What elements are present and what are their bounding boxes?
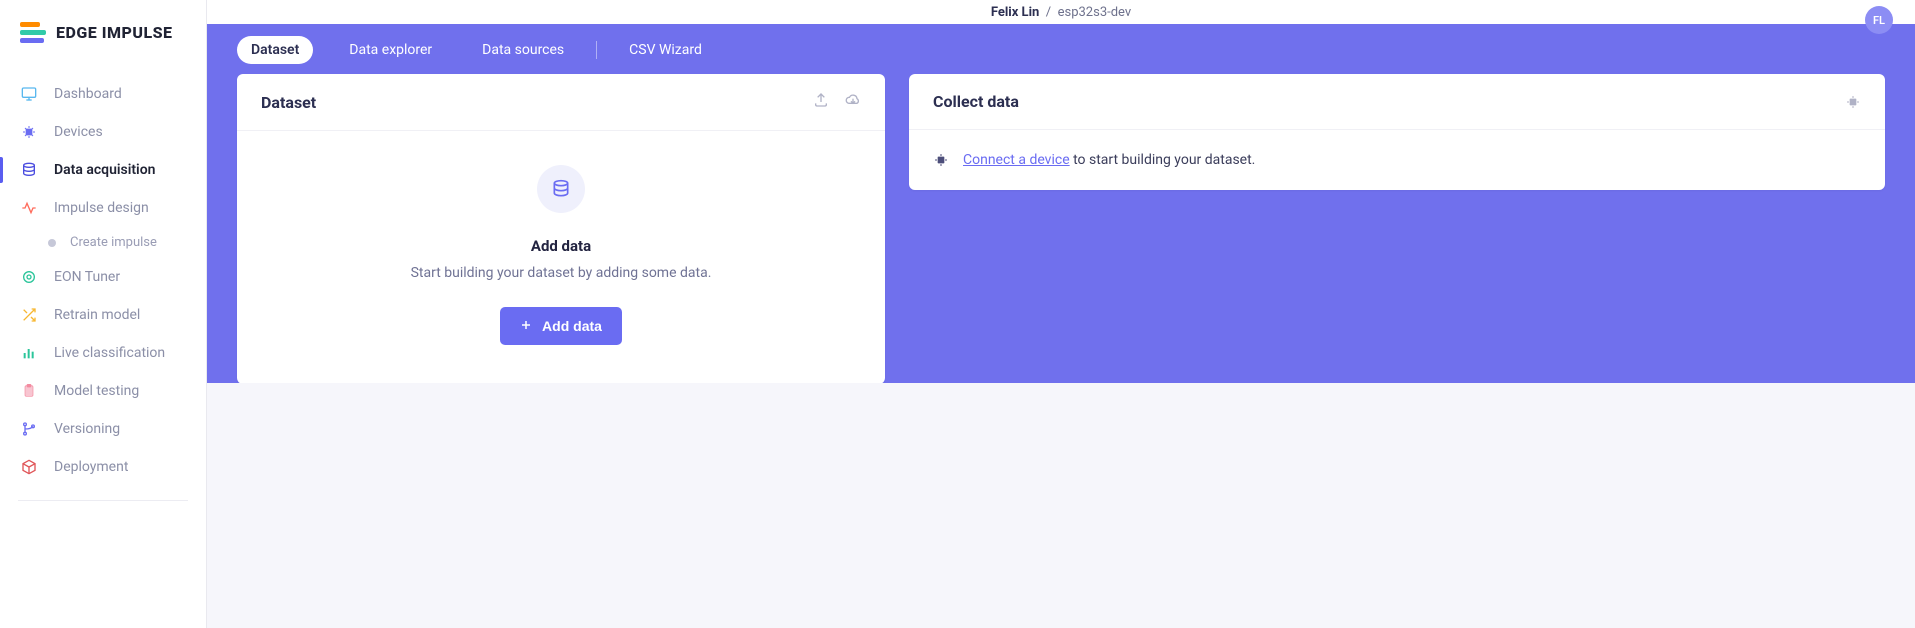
tab-csv-wizard[interactable]: CSV Wizard <box>615 36 716 64</box>
sidebar-item-label: Model testing <box>54 383 139 399</box>
empty-subtitle: Start building your dataset by adding so… <box>411 265 712 281</box>
sidebar-item-versioning[interactable]: Versioning <box>0 410 206 448</box>
collect-card-header: Collect data <box>909 74 1885 130</box>
collect-rest-text: to start building your dataset. <box>1070 152 1256 168</box>
sidebar-item-devices[interactable]: Devices <box>0 113 206 151</box>
branch-icon <box>20 420 38 438</box>
tab-label: Dataset <box>251 42 299 58</box>
logo-mark-icon <box>20 22 46 43</box>
sidebar-item-live-classification[interactable]: Live classification <box>0 334 206 372</box>
dataset-empty-state: Add data Start building your dataset by … <box>237 131 885 369</box>
dataset-card: Dataset <box>237 74 885 384</box>
collect-data-card: Collect data Connect a device to star <box>909 74 1885 190</box>
sidebar: EDGE IMPULSE Dashboard Devices Data <box>0 0 207 628</box>
breadcrumb-project[interactable]: esp32s3-dev <box>1058 5 1132 20</box>
sidebar-subitem-create-impulse[interactable]: Create impulse <box>0 227 206 258</box>
sidebar-item-label: Deployment <box>54 459 128 475</box>
avatar-initials: FL <box>1873 14 1885 27</box>
database-icon <box>20 161 38 179</box>
database-icon <box>537 165 585 213</box>
box-icon <box>20 458 38 476</box>
sidebar-item-label: Retrain model <box>54 307 140 323</box>
logo[interactable]: EDGE IMPULSE <box>0 0 206 65</box>
upload-icon[interactable] <box>813 92 829 112</box>
sidebar-item-label: Devices <box>54 124 103 140</box>
sidebar-item-label: Versioning <box>54 421 120 437</box>
sidebar-item-dashboard[interactable]: Dashboard <box>0 75 206 113</box>
breadcrumb: Felix Lin / esp32s3-dev <box>991 5 1131 20</box>
dataset-card-title: Dataset <box>261 93 316 112</box>
tab-label: CSV Wizard <box>629 42 702 58</box>
sidebar-item-impulse-design[interactable]: Impulse design <box>0 189 206 227</box>
tab-label: Data sources <box>482 42 564 58</box>
monitor-icon <box>20 85 38 103</box>
connect-device-link[interactable]: Connect a device <box>963 152 1070 168</box>
tab-label: Data explorer <box>349 42 432 58</box>
shuffle-icon <box>20 306 38 324</box>
sidebar-item-label: Dashboard <box>54 86 122 102</box>
sidebar-item-deployment[interactable]: Deployment <box>0 448 206 486</box>
pulse-icon <box>20 199 38 217</box>
sidebar-item-label: Impulse design <box>54 200 149 216</box>
target-icon <box>20 268 38 286</box>
tab-divider <box>596 41 597 59</box>
sidebar-item-label: Live classification <box>54 345 165 361</box>
add-data-button-label: Add data <box>542 318 602 334</box>
collect-card-body: Connect a device to start building your … <box>909 130 1885 190</box>
collect-card-title: Collect data <box>933 92 1019 111</box>
chip-icon <box>20 123 38 141</box>
content-background <box>207 383 1915 628</box>
clipboard-icon <box>20 382 38 400</box>
dataset-card-header: Dataset <box>237 74 885 131</box>
sidebar-divider <box>18 500 188 501</box>
empty-title: Add data <box>531 237 591 255</box>
tab-data-sources[interactable]: Data sources <box>468 36 578 64</box>
tab-dataset[interactable]: Dataset <box>237 36 313 64</box>
sidebar-item-label: EON Tuner <box>54 269 120 285</box>
chip-icon <box>933 152 949 168</box>
collect-message: Connect a device to start building your … <box>963 152 1255 168</box>
bar-chart-icon <box>20 344 38 362</box>
add-data-button[interactable]: Add data <box>500 307 622 345</box>
logo-text: EDGE IMPULSE <box>56 23 173 42</box>
tab-strip: Dataset Data explorer Data sources CSV W… <box>207 24 1915 74</box>
sidebar-item-eon-tuner[interactable]: EON Tuner <box>0 258 206 296</box>
avatar[interactable]: FL <box>1865 6 1893 34</box>
sidebar-item-retrain-model[interactable]: Retrain model <box>0 296 206 334</box>
sidebar-item-data-acquisition[interactable]: Data acquisition <box>0 151 206 189</box>
main: Felix Lin / esp32s3-dev FL Dataset Data … <box>207 0 1915 628</box>
tab-data-explorer[interactable]: Data explorer <box>335 36 446 64</box>
breadcrumb-user: Felix Lin <box>991 5 1040 20</box>
sidebar-item-label: Data acquisition <box>54 162 155 178</box>
content: Dataset <box>207 74 1915 384</box>
chip-icon[interactable] <box>1845 94 1861 110</box>
plus-icon <box>520 318 532 334</box>
cloud-download-icon[interactable] <box>845 92 861 112</box>
topbar: Felix Lin / esp32s3-dev FL <box>207 0 1915 24</box>
sidebar-subitem-label: Create impulse <box>70 235 157 250</box>
sidebar-nav: Dashboard Devices Data acquisition Impul… <box>0 65 206 486</box>
sidebar-item-model-testing[interactable]: Model testing <box>0 372 206 410</box>
bullet-icon <box>48 239 56 247</box>
